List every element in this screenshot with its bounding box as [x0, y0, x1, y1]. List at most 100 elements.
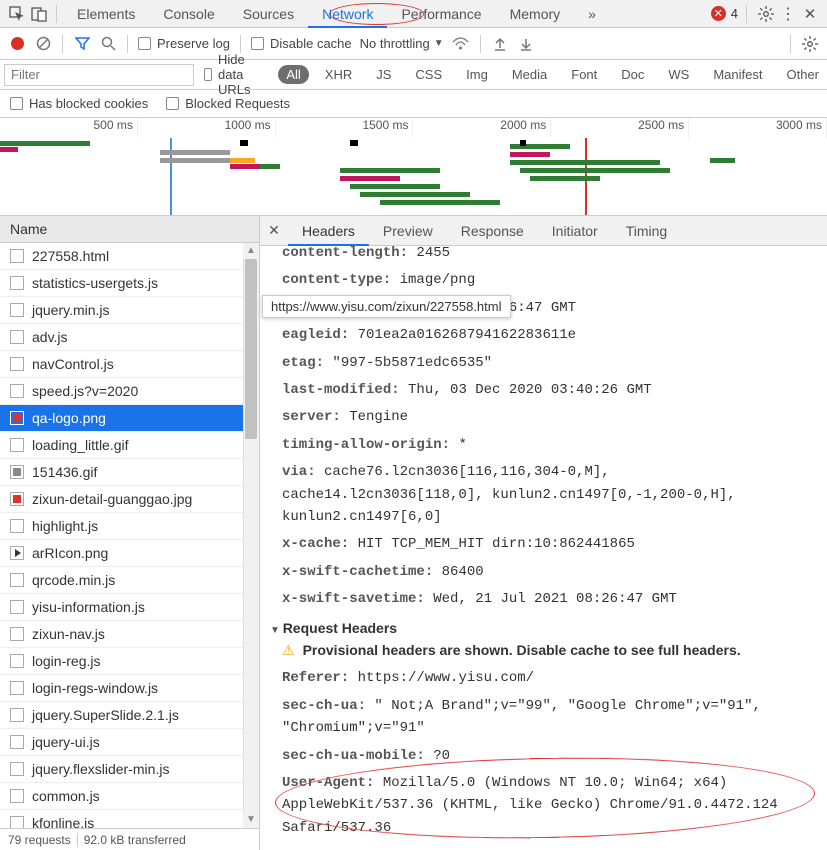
has-blocked-cookies-checkbox[interactable]: Has blocked cookies	[10, 96, 148, 111]
file-type-icon	[10, 492, 24, 506]
request-row[interactable]: login-reg.js	[0, 648, 259, 675]
wifi-icon[interactable]	[452, 35, 470, 53]
main-tab-network[interactable]: Network	[308, 0, 387, 28]
request-row[interactable]: jquery.SuperSlide.2.1.js	[0, 702, 259, 729]
filter-type-ws[interactable]: WS	[660, 65, 697, 84]
disable-cache-checkbox[interactable]: Disable cache	[251, 36, 352, 51]
request-row[interactable]: login-regs-window.js	[0, 675, 259, 702]
error-count-badge[interactable]: ✕ 4	[711, 6, 738, 21]
filter-type-font[interactable]: Font	[563, 65, 605, 84]
file-name: jquery.SuperSlide.2.1.js	[32, 707, 179, 723]
scroll-thumb[interactable]	[245, 259, 257, 439]
request-row[interactable]: loading_little.gif	[0, 432, 259, 459]
detail-tab-preview[interactable]: Preview	[369, 216, 447, 246]
filter-type-other[interactable]: Other	[778, 65, 827, 84]
main-tab-performance[interactable]: Performance	[387, 0, 495, 28]
settings-gear-icon[interactable]	[801, 35, 819, 53]
name-column-header[interactable]: Name	[0, 216, 259, 243]
request-row[interactable]: qa-logo.png	[0, 405, 259, 432]
file-name: jquery.flexslider-min.js	[32, 761, 169, 777]
request-header-row: User-Agent: Mozilla/5.0 (Windows NT 10.0…	[282, 772, 811, 839]
detail-tab-headers[interactable]: Headers	[288, 216, 369, 246]
request-row[interactable]: 151436.gif	[0, 459, 259, 486]
request-row[interactable]: 227558.html	[0, 243, 259, 270]
separator	[790, 35, 791, 53]
request-row[interactable]: highlight.js	[0, 513, 259, 540]
inspect-icon[interactable]	[6, 3, 28, 25]
filter-type-css[interactable]: CSS	[407, 65, 450, 84]
file-name: qa-logo.png	[32, 410, 106, 426]
filter-input[interactable]	[4, 64, 194, 86]
scrollbar[interactable]: ▲ ▼	[243, 243, 259, 828]
filter-type-xhr[interactable]: XHR	[317, 65, 360, 84]
blocked-requests-checkbox[interactable]: Blocked Requests	[166, 96, 290, 111]
request-row[interactable]: yisu-information.js	[0, 594, 259, 621]
filter-type-all[interactable]: All	[278, 65, 308, 84]
request-row[interactable]: navControl.js	[0, 351, 259, 378]
search-icon[interactable]	[99, 35, 117, 53]
record-button[interactable]	[8, 35, 26, 53]
request-row[interactable]: jquery.flexslider-min.js	[0, 756, 259, 783]
file-name: 227558.html	[32, 248, 109, 264]
response-header-row: content-length: 2455	[282, 246, 811, 264]
filter-type-manifest[interactable]: Manifest	[705, 65, 770, 84]
request-row[interactable]: jquery-ui.js	[0, 729, 259, 756]
request-headers-section[interactable]: Request Headers	[270, 620, 811, 636]
request-row[interactable]: zixun-nav.js	[0, 621, 259, 648]
detail-tab-timing[interactable]: Timing	[612, 216, 682, 246]
response-header-row: last-modified: Thu, 03 Dec 2020 03:40:26…	[282, 379, 811, 401]
file-type-icon	[10, 276, 24, 290]
waterfall-timeline[interactable]: 500 ms1000 ms1500 ms2000 ms2500 ms3000 m…	[0, 118, 827, 216]
filter-type-doc[interactable]: Doc	[613, 65, 652, 84]
header-key: etag:	[282, 355, 332, 371]
response-header-row: eagleid: 701ea2a016268794162283611e	[282, 324, 811, 346]
tabs-overflow[interactable]: »	[574, 0, 610, 28]
device-toggle-icon[interactable]	[28, 3, 50, 25]
filter-type-img[interactable]: Img	[458, 65, 496, 84]
file-name: speed.js?v=2020	[32, 383, 138, 399]
main-tab-sources[interactable]: Sources	[229, 0, 308, 28]
gear-icon[interactable]	[755, 3, 777, 25]
header-key: server:	[282, 409, 349, 425]
file-name: yisu-information.js	[32, 599, 145, 615]
file-type-icon	[10, 708, 24, 722]
request-row[interactable]: statistics-usergets.js	[0, 270, 259, 297]
header-key: sec-ch-ua:	[282, 698, 374, 714]
filter-type-media[interactable]: Media	[504, 65, 555, 84]
request-row[interactable]: zixun-detail-guanggao.jpg	[0, 486, 259, 513]
file-name: zixun-detail-guanggao.jpg	[32, 491, 192, 507]
scroll-down-arrow[interactable]: ▼	[243, 812, 259, 828]
detail-tab-response[interactable]: Response	[447, 216, 538, 246]
request-row[interactable]: jquery.min.js	[0, 297, 259, 324]
download-icon[interactable]	[517, 35, 535, 53]
close-detail-icon[interactable]: ✕	[260, 222, 288, 239]
filter-icon[interactable]	[73, 35, 91, 53]
response-header-row: content-type: image/png	[282, 269, 811, 291]
request-row[interactable]: qrcode.min.js	[0, 567, 259, 594]
main-tab-console[interactable]: Console	[149, 0, 228, 28]
request-row[interactable]: adv.js	[0, 324, 259, 351]
preserve-log-checkbox[interactable]: Preserve log	[138, 36, 230, 51]
request-row[interactable]: arRIcon.png	[0, 540, 259, 567]
upload-icon[interactable]	[491, 35, 509, 53]
clear-button[interactable]	[34, 35, 52, 53]
kebab-icon[interactable]: ⋮	[777, 3, 799, 25]
file-list[interactable]: 227558.htmlstatistics-usergets.jsjquery.…	[0, 243, 259, 828]
headers-body[interactable]: content-length: 2455 content-type: image/…	[260, 246, 827, 850]
main-tab-elements[interactable]: Elements	[63, 0, 149, 28]
main-tab-memory[interactable]: Memory	[496, 0, 575, 28]
scroll-up-arrow[interactable]: ▲	[243, 243, 259, 259]
request-row[interactable]: common.js	[0, 783, 259, 810]
detail-tab-initiator[interactable]: Initiator	[538, 216, 612, 246]
throttling-dropdown[interactable]: No throttling ▼	[360, 36, 444, 51]
file-name: common.js	[32, 788, 100, 804]
file-type-icon	[10, 519, 24, 533]
hide-data-urls-checkbox[interactable]: Hide data URLs	[204, 52, 268, 97]
header-value: HIT TCP_MEM_HIT dirn:10:862441865	[358, 536, 635, 552]
request-row[interactable]: kfonline.is	[0, 810, 259, 828]
close-icon[interactable]: ✕	[799, 3, 821, 25]
header-key: x-cache:	[282, 536, 358, 552]
header-key: content-length:	[282, 246, 416, 261]
request-row[interactable]: speed.js?v=2020	[0, 378, 259, 405]
filter-type-js[interactable]: JS	[368, 65, 399, 84]
